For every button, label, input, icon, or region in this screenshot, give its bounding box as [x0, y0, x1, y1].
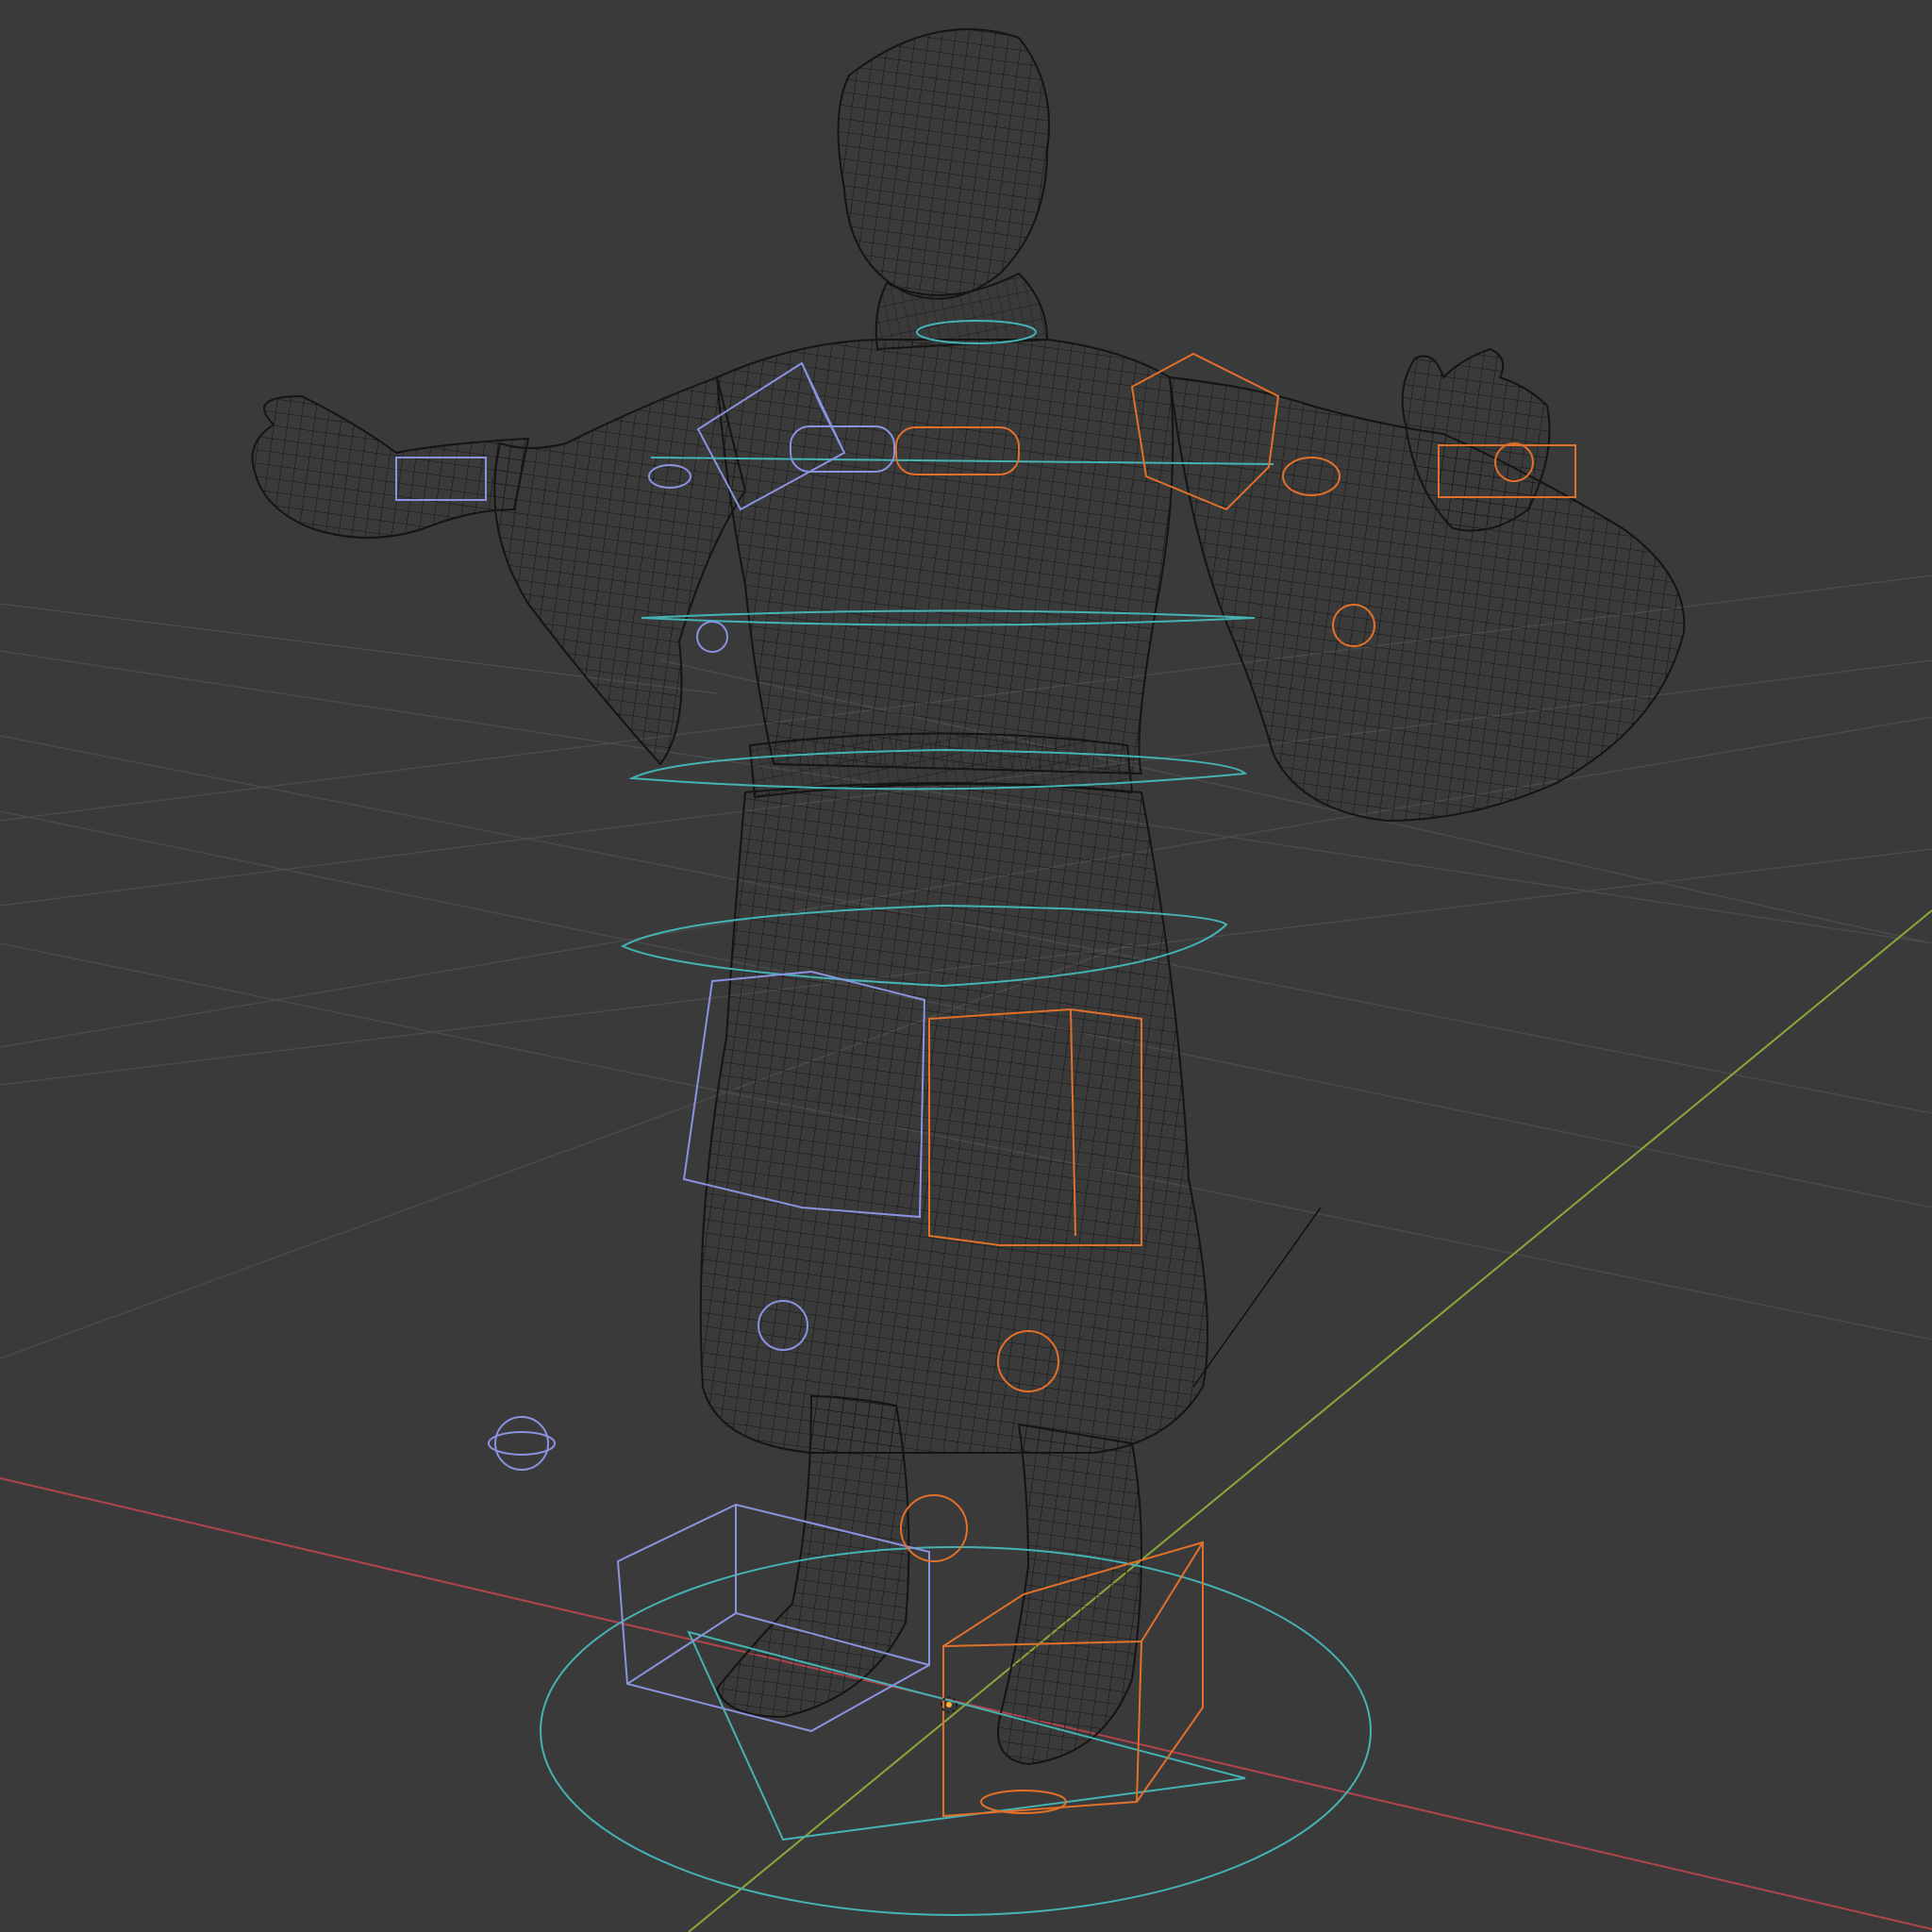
3d-viewport[interactable] — [0, 0, 1932, 1932]
mesh-robe-lower — [699, 782, 1208, 1454]
viewport-canvas[interactable] — [0, 0, 1932, 1932]
mesh-torso — [716, 339, 1174, 774]
